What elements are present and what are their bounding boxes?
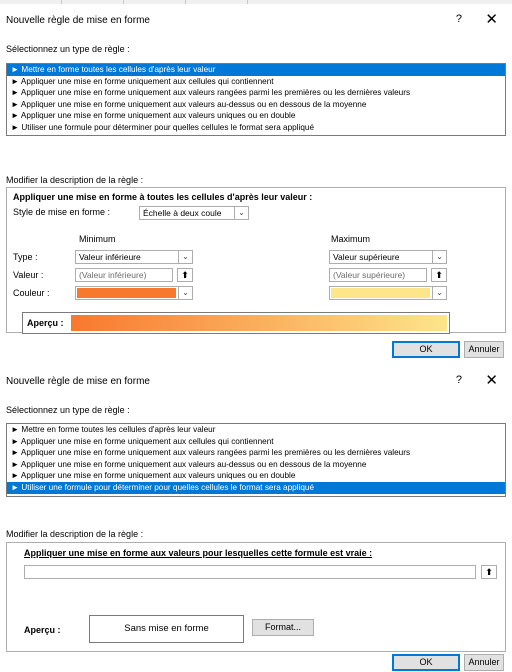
format-style-dropdown[interactable]: Échelle à deux coule ⌄: [139, 206, 249, 220]
rule-type-item[interactable]: ► Appliquer une mise en forme uniquement…: [7, 447, 505, 459]
rule-type-item[interactable]: ► Utiliser une formule pour déterminer p…: [7, 122, 505, 134]
color-swatch: [77, 288, 176, 298]
select-rule-type-label: Sélectionnez un type de règle :: [6, 44, 130, 54]
description-heading: Appliquer une mise en forme à toutes les…: [13, 192, 313, 202]
collapse-dialog-icon[interactable]: ⬆: [481, 565, 497, 579]
max-color-picker[interactable]: ⌄: [329, 286, 447, 300]
edit-description-label: Modifier la description de la règle :: [6, 175, 144, 185]
min-type-dropdown[interactable]: Valeur inférieure ⌄: [75, 250, 193, 264]
cancel-button[interactable]: Annuler: [464, 341, 504, 358]
chevron-down-icon[interactable]: ⌄: [178, 287, 192, 299]
rule-type-item[interactable]: ► Mettre en forme toutes les cellules d'…: [7, 64, 505, 76]
chevron-down-icon[interactable]: ⌄: [178, 251, 192, 263]
color-swatch: [331, 288, 430, 298]
title-bar: Nouvelle règle de mise en forme ? ✕: [0, 366, 512, 396]
max-type-value: Valeur supérieure: [333, 252, 400, 262]
collapse-dialog-icon[interactable]: ⬆: [431, 268, 447, 282]
max-type-dropdown[interactable]: Valeur supérieure ⌄: [329, 250, 447, 264]
gradient-preview: [71, 315, 447, 331]
format-style-label: Style de mise en forme :: [13, 207, 111, 217]
type-label: Type :: [13, 252, 38, 262]
format-style-value: Échelle à deux coule: [143, 208, 222, 218]
cancel-button[interactable]: Annuler: [464, 654, 504, 671]
close-icon[interactable]: ✕: [485, 371, 498, 389]
dialog-title: Nouvelle règle de mise en forme: [6, 376, 150, 387]
min-value-input[interactable]: (Valeur inférieure): [75, 268, 173, 282]
rule-type-item[interactable]: ► Appliquer une mise en forme uniquement…: [7, 436, 505, 448]
select-rule-type-label: Sélectionnez un type de règle :: [6, 405, 130, 415]
help-icon[interactable]: ?: [456, 374, 462, 386]
formula-input[interactable]: [24, 565, 476, 579]
rule-type-list[interactable]: ► Mettre en forme toutes les cellules d'…: [6, 423, 506, 497]
rule-type-item[interactable]: ► Appliquer une mise en forme uniquement…: [7, 76, 505, 88]
help-icon[interactable]: ?: [456, 13, 462, 25]
chevron-down-icon[interactable]: ⌄: [234, 207, 248, 219]
formula-heading-text: Appliquer une mise en forme aux valeurs …: [24, 548, 373, 558]
ok-button[interactable]: OK: [392, 654, 460, 671]
max-value-input[interactable]: (Valeur supérieure): [329, 268, 427, 282]
preview-box: Aperçu :: [22, 312, 450, 334]
maximum-header: Maximum: [331, 234, 371, 244]
min-type-value: Valeur inférieure: [79, 252, 141, 262]
dialog-title: Nouvelle règle de mise en forme: [6, 15, 150, 26]
preview-label: Aperçu :: [24, 625, 61, 635]
new-rule-dialog-formula: Nouvelle règle de mise en forme ? ✕ Séle…: [0, 366, 512, 672]
new-rule-dialog-color-scale: Nouvelle règle de mise en forme ? ✕ Séle…: [0, 4, 512, 362]
chevron-down-icon[interactable]: ⌄: [432, 287, 446, 299]
color-label: Couleur :: [13, 288, 50, 298]
minimum-header: Minimum: [79, 234, 116, 244]
rule-type-item[interactable]: ► Mettre en forme toutes les cellules d'…: [7, 424, 505, 436]
value-label: Valeur :: [13, 270, 44, 280]
format-button[interactable]: Format...: [252, 619, 314, 636]
edit-description-label: Modifier la description de la règle :: [6, 529, 144, 539]
rule-type-item[interactable]: ► Appliquer une mise en forme uniquement…: [7, 470, 505, 482]
rule-type-item[interactable]: ► Appliquer une mise en forme uniquement…: [7, 459, 505, 471]
formula-heading: Appliquer une mise en forme aux valeurs …: [24, 548, 372, 558]
title-bar: Nouvelle règle de mise en forme ? ✕: [0, 4, 512, 34]
preview-label: Aperçu :: [27, 318, 64, 328]
min-color-picker[interactable]: ⌄: [75, 286, 193, 300]
chevron-down-icon[interactable]: ⌄: [432, 251, 446, 263]
preview-box: Sans mise en forme: [89, 615, 244, 643]
rule-type-item[interactable]: ► Utiliser une formule pour déterminer p…: [7, 481, 505, 494]
rule-type-item[interactable]: ► Appliquer une mise en forme uniquement…: [7, 99, 505, 111]
ok-button[interactable]: OK: [392, 341, 460, 358]
rule-type-item[interactable]: ► Appliquer une mise en forme uniquement…: [7, 110, 505, 122]
rule-type-item[interactable]: ► Appliquer une mise en forme uniquement…: [7, 87, 505, 99]
collapse-dialog-icon[interactable]: ⬆: [177, 268, 193, 282]
rule-type-list[interactable]: ► Mettre en forme toutes les cellules d'…: [6, 63, 506, 136]
close-icon[interactable]: ✕: [485, 10, 498, 28]
